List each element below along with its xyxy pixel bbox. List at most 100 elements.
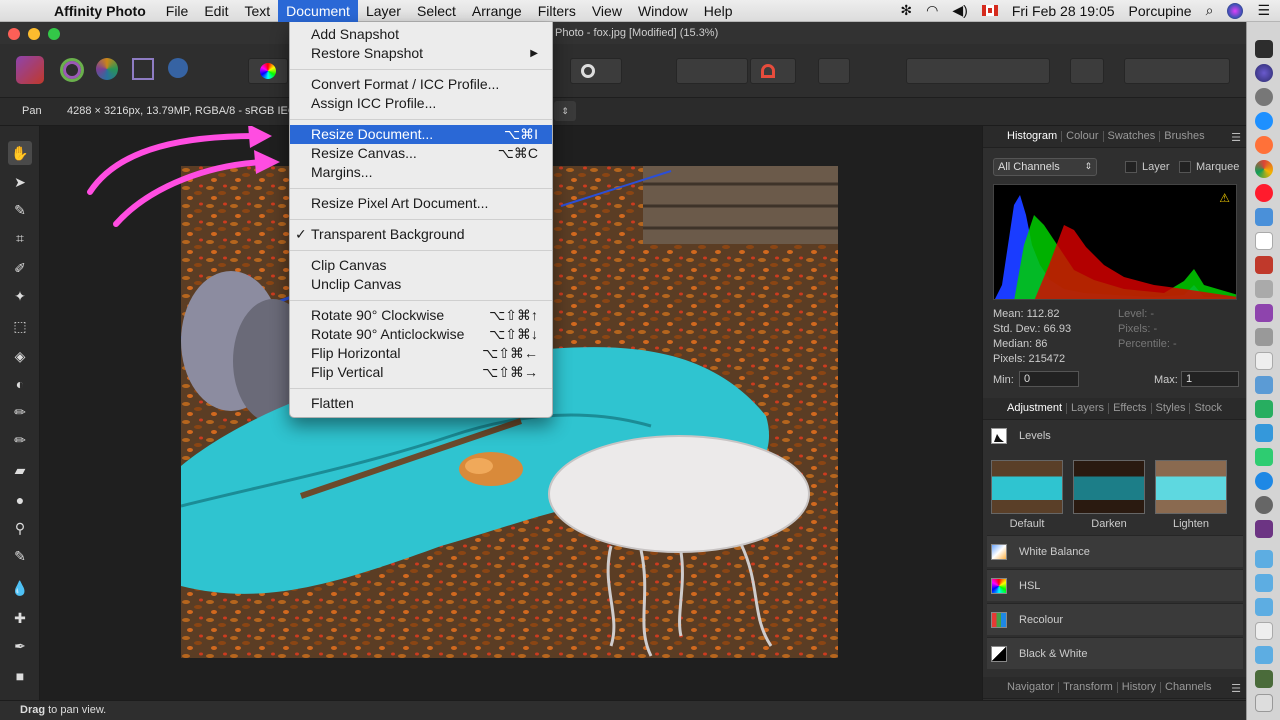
delete-button[interactable]: [818, 58, 850, 84]
erase-brush-tool-icon[interactable]: ▰: [8, 458, 32, 482]
dock-folder-icon[interactable]: [1255, 646, 1273, 664]
clone-tool-icon[interactable]: ⚲: [8, 516, 32, 540]
tab-transform[interactable]: Transform: [1059, 682, 1118, 693]
menu-layer[interactable]: Layer: [358, 0, 409, 22]
tone-mapping-persona-icon[interactable]: [132, 58, 154, 80]
dock-app-icon[interactable]: [1255, 424, 1273, 442]
tab-styles[interactable]: Styles: [1152, 403, 1191, 414]
export-persona-icon[interactable]: [168, 58, 188, 78]
tab-swatches[interactable]: Swatches: [1104, 131, 1161, 142]
selection-brush-tool-icon[interactable]: ✐: [8, 256, 32, 280]
snapping-button[interactable]: [750, 58, 796, 84]
dock-opera-icon[interactable]: [1255, 184, 1273, 202]
menu-arrange[interactable]: Arrange: [464, 0, 530, 22]
menu-item-assign-icc-profile[interactable]: Assign ICC Profile...: [290, 94, 552, 113]
max-input[interactable]: 1: [1181, 371, 1239, 387]
tab-colour[interactable]: Colour: [1062, 131, 1104, 142]
dock-chrome-icon[interactable]: [1255, 160, 1273, 178]
menu-window[interactable]: Window: [630, 0, 696, 22]
app-menu[interactable]: Affinity Photo: [40, 3, 158, 19]
tab-history[interactable]: History: [1118, 682, 1162, 693]
dock-document-icon[interactable]: [1255, 622, 1273, 640]
dock-launchpad-icon[interactable]: [1255, 88, 1273, 106]
preset-lighten-thumbnail[interactable]: [1155, 460, 1227, 514]
siri-icon[interactable]: [1227, 2, 1244, 19]
menu-item-transparent-background[interactable]: ✓ Transparent Background: [290, 225, 552, 244]
dock-folder-icon[interactable]: [1255, 550, 1273, 568]
panel-menu-icon[interactable]: ☰: [1231, 131, 1241, 144]
adjustment-recolour[interactable]: Recolour: [987, 603, 1243, 635]
dock-siri-icon[interactable]: [1255, 64, 1273, 82]
move-tool-icon[interactable]: ➤: [8, 170, 32, 194]
zoom-stepper[interactable]: ⇕: [554, 101, 576, 121]
menu-item-resize-pixel-art[interactable]: Resize Pixel Art Document...: [290, 194, 552, 213]
input-source-flag-icon[interactable]: [981, 5, 998, 16]
photo-persona-icon[interactable]: [16, 56, 44, 84]
dock-app-icon[interactable]: [1255, 352, 1273, 370]
tab-navigator[interactable]: Navigator: [1003, 682, 1060, 693]
close-window-button[interactable]: [8, 28, 20, 40]
color-replacement-tool-icon[interactable]: ✏: [8, 428, 32, 452]
color-wheel-button[interactable]: [248, 58, 288, 84]
menu-item-unclip-canvas[interactable]: Unclip Canvas: [290, 275, 552, 294]
dock-finder-icon[interactable]: [1255, 40, 1273, 58]
dock-app-icon[interactable]: [1255, 376, 1273, 394]
clock[interactable]: Fri Feb 28 19:05: [1012, 3, 1115, 19]
menu-document[interactable]: Document: [278, 0, 358, 22]
min-input[interactable]: 0: [1019, 371, 1079, 387]
dock-app-icon[interactable]: [1255, 400, 1273, 418]
dock-affinity-photo-icon[interactable]: [1255, 304, 1273, 322]
wifi-icon[interactable]: ◠: [926, 2, 938, 19]
flood-select-tool-icon[interactable]: ✦: [8, 284, 32, 308]
dock-safari-icon[interactable]: [1255, 112, 1273, 130]
levels-adjustment-header[interactable]: Levels: [987, 421, 1243, 451]
bluetooth-icon[interactable]: ✻: [900, 2, 912, 19]
marquee-checkbox[interactable]: [1179, 161, 1191, 173]
menu-filters[interactable]: Filters: [530, 0, 584, 22]
tab-effects[interactable]: Effects: [1109, 403, 1152, 414]
arrange-buttons[interactable]: [906, 58, 1050, 84]
menu-item-restore-snapshot[interactable]: Restore Snapshot ▶: [290, 44, 552, 63]
adjustment-black-white[interactable]: Black & White: [987, 637, 1243, 669]
menu-item-resize-canvas[interactable]: Resize Canvas... ⌥⌘C: [290, 144, 552, 163]
dock-app-icon[interactable]: [1255, 328, 1273, 346]
develop-persona-icon[interactable]: [96, 58, 118, 80]
zoom-window-button[interactable]: [48, 28, 60, 40]
gradient-tool-icon[interactable]: ◐: [8, 372, 32, 396]
histogram-warning-icon[interactable]: ⚠: [1219, 191, 1230, 205]
notification-center-icon[interactable]: ☰: [1257, 2, 1270, 19]
menu-item-flatten[interactable]: Flatten: [290, 394, 552, 413]
dock-app-icon[interactable]: [1255, 448, 1273, 466]
blemish-removal-tool-icon[interactable]: ✎: [8, 544, 32, 568]
adjustment-hsl[interactable]: HSL: [987, 569, 1243, 601]
menu-item-flip-vertical[interactable]: Flip Vertical ⌥⇧⌘→: [290, 363, 552, 382]
dock-folder-icon[interactable]: [1255, 574, 1273, 592]
preset-default-thumbnail[interactable]: [991, 460, 1063, 514]
selection-mode-button[interactable]: [570, 58, 622, 84]
menu-text[interactable]: Text: [236, 0, 278, 22]
menu-help[interactable]: Help: [696, 0, 741, 22]
dock-app-icon[interactable]: [1255, 256, 1273, 274]
menu-select[interactable]: Select: [409, 0, 464, 22]
crop-tool-icon[interactable]: ⌗: [8, 226, 32, 250]
preset-darken-thumbnail[interactable]: [1073, 460, 1145, 514]
pan-tool-icon[interactable]: ✋: [8, 141, 32, 165]
channel-select[interactable]: All Channels ⇕: [993, 158, 1097, 176]
dock-preview-icon[interactable]: [1255, 208, 1273, 226]
adjustment-white-balance[interactable]: White Balance: [987, 535, 1243, 567]
menu-item-clip-canvas[interactable]: Clip Canvas: [290, 256, 552, 275]
shape-tool-icon[interactable]: ■: [8, 664, 32, 688]
dock-system-preferences-icon[interactable]: [1255, 496, 1273, 514]
tab-histogram[interactable]: Histogram: [1003, 131, 1063, 142]
menu-item-add-snapshot[interactable]: Add Snapshot: [290, 25, 552, 44]
menu-item-rotate-clockwise[interactable]: Rotate 90° Clockwise ⌥⇧⌘↑: [290, 306, 552, 325]
boolean-operations-buttons[interactable]: [1124, 58, 1230, 84]
dock-calendar-icon[interactable]: [1255, 232, 1273, 250]
assistant-button[interactable]: [676, 58, 748, 84]
tab-stock[interactable]: Stock: [1190, 403, 1226, 414]
menu-edit[interactable]: Edit: [196, 0, 236, 22]
dock-firefox-icon[interactable]: [1255, 136, 1273, 154]
rectangular-marquee-tool-icon[interactable]: ⬚: [8, 314, 32, 338]
menu-view[interactable]: View: [584, 0, 630, 22]
menu-item-flip-horizontal[interactable]: Flip Horizontal ⌥⇧⌘←: [290, 344, 552, 363]
